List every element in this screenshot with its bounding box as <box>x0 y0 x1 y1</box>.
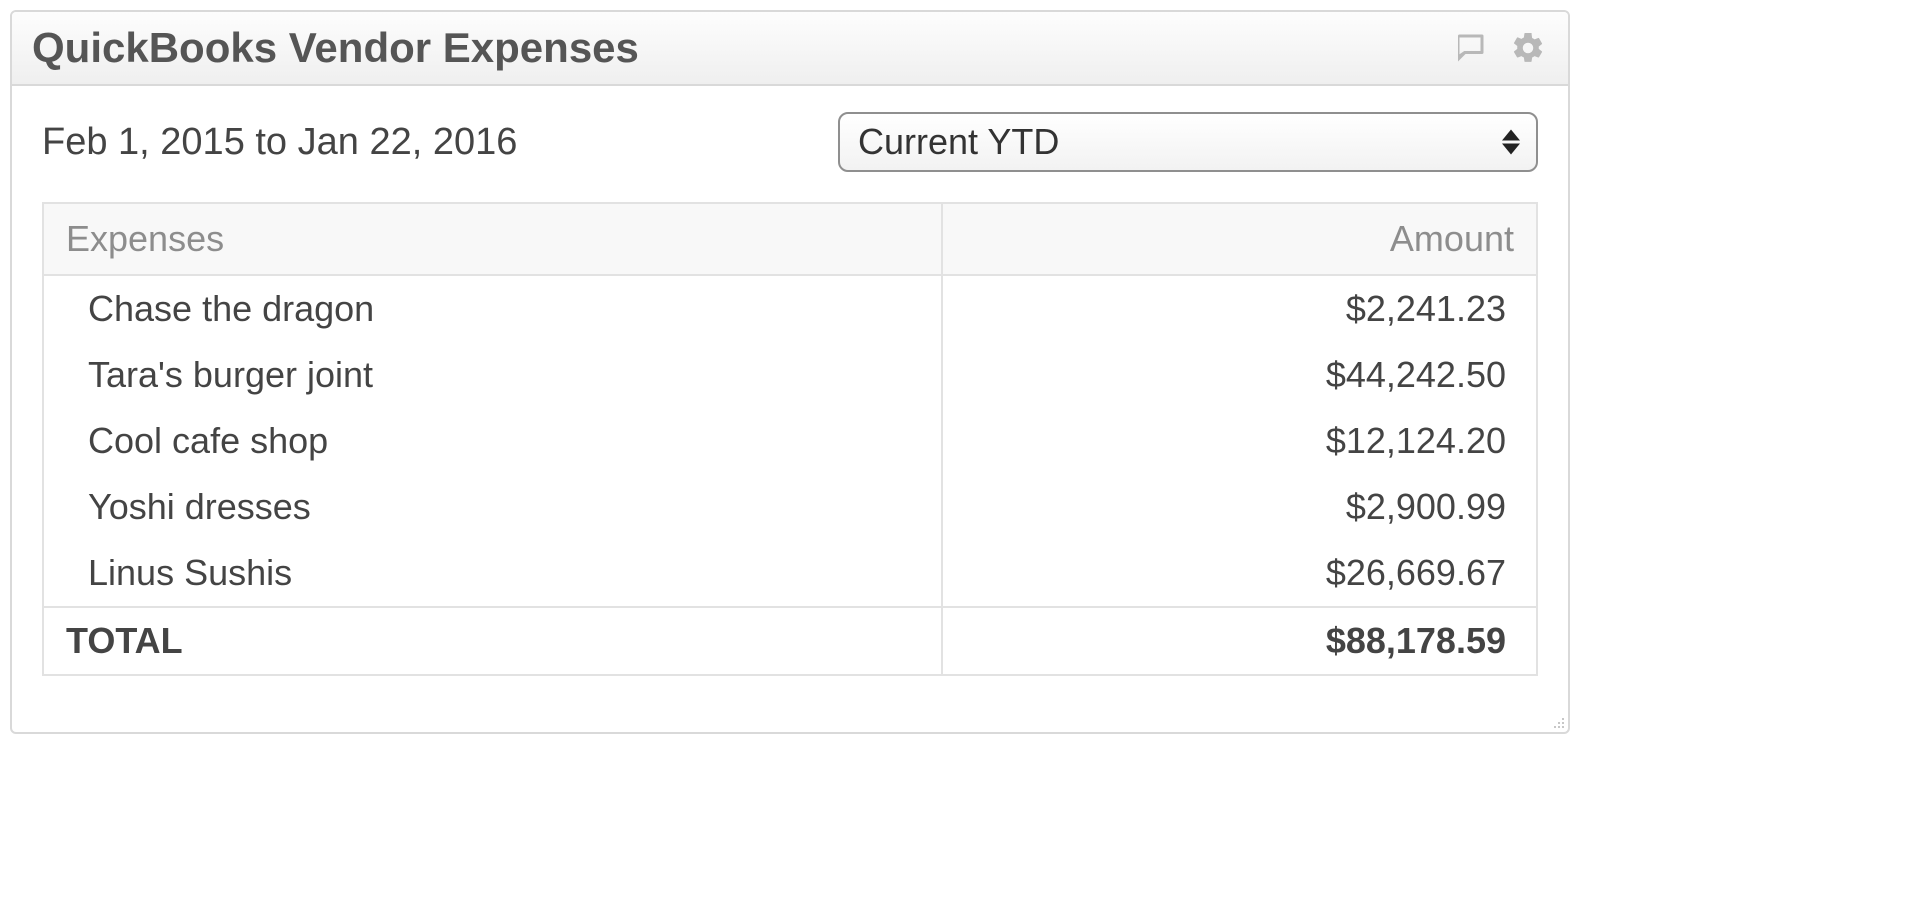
panel-header-actions <box>1450 28 1548 68</box>
expense-name: Chase the dragon <box>43 275 942 342</box>
table-row: Cool cafe shop $12,124.20 <box>43 408 1537 474</box>
date-range-label: Feb 1, 2015 to Jan 22, 2016 <box>42 121 517 164</box>
table-row: Yoshi dresses $2,900.99 <box>43 474 1537 540</box>
expense-amount: $44,242.50 <box>942 342 1537 408</box>
resize-grip-icon[interactable] <box>12 706 1568 732</box>
select-caret-icon <box>1502 130 1520 155</box>
panel-title: QuickBooks Vendor Expenses <box>32 24 639 72</box>
expense-amount: $26,669.67 <box>942 540 1537 607</box>
period-select-value: Current YTD <box>858 121 1059 163</box>
gear-icon[interactable] <box>1508 28 1548 68</box>
expense-name: Yoshi dresses <box>43 474 942 540</box>
expense-name: Tara's burger joint <box>43 342 942 408</box>
col-header-expenses[interactable]: Expenses <box>43 203 942 275</box>
expense-name: Linus Sushis <box>43 540 942 607</box>
period-select[interactable]: Current YTD <box>838 112 1538 172</box>
panel-header: QuickBooks Vendor Expenses <box>12 12 1568 86</box>
total-label: TOTAL <box>43 607 942 675</box>
panel-body: Feb 1, 2015 to Jan 22, 2016 Current YTD … <box>12 86 1568 706</box>
controls-row: Feb 1, 2015 to Jan 22, 2016 Current YTD <box>42 112 1538 172</box>
expenses-table: Expenses Amount Chase the dragon $2,241.… <box>42 202 1538 676</box>
table-row: Tara's burger joint $44,242.50 <box>43 342 1537 408</box>
table-row: Chase the dragon $2,241.23 <box>43 275 1537 342</box>
comment-icon[interactable] <box>1450 28 1490 68</box>
expense-amount: $2,900.99 <box>942 474 1537 540</box>
col-header-amount[interactable]: Amount <box>942 203 1537 275</box>
vendor-expenses-panel: QuickBooks Vendor Expenses Feb 1, 2015 t… <box>10 10 1570 734</box>
expense-amount: $2,241.23 <box>942 275 1537 342</box>
expense-amount: $12,124.20 <box>942 408 1537 474</box>
total-amount: $88,178.59 <box>942 607 1537 675</box>
table-row: Linus Sushis $26,669.67 <box>43 540 1537 607</box>
table-total-row: TOTAL $88,178.59 <box>43 607 1537 675</box>
expense-name: Cool cafe shop <box>43 408 942 474</box>
table-header-row: Expenses Amount <box>43 203 1537 275</box>
